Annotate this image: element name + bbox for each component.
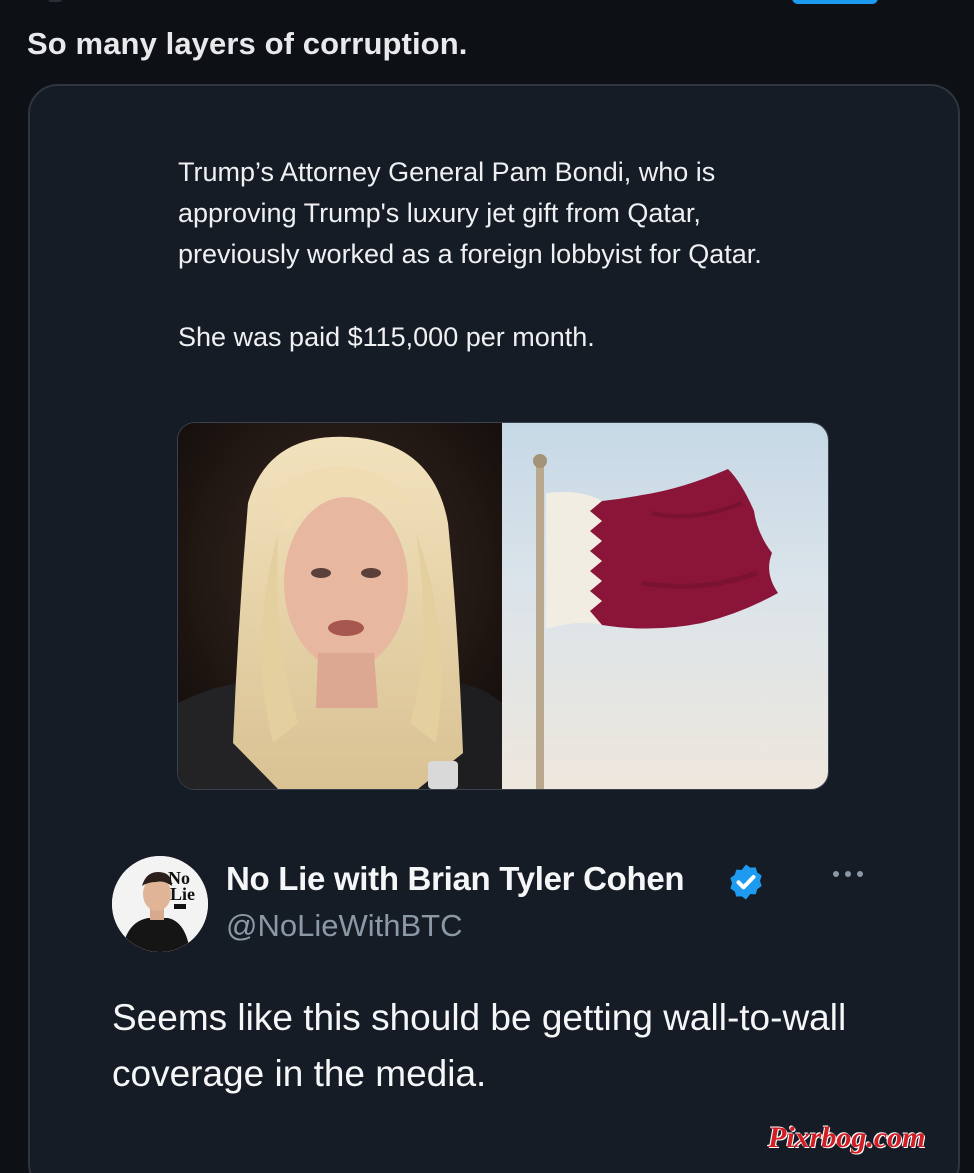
author-handle[interactable]: @NoLieWithBTC <box>226 908 462 944</box>
verified-badge-icon <box>730 864 762 900</box>
quote-text-block: Trump’s Attorney General Pam Bondi, who … <box>178 152 818 358</box>
embedded-post-card[interactable]: Trump’s Attorney General Pam Bondi, who … <box>28 84 960 1173</box>
flag-illustration <box>533 454 778 789</box>
portrait-illustration <box>178 423 502 789</box>
follow-button-partial[interactable] <box>792 0 878 4</box>
quote-paragraph-1: Trump’s Attorney General Pam Bondi, who … <box>178 157 762 269</box>
tweet-screenshot: So many layers of corruption. Trump’s At… <box>0 0 974 1173</box>
top-cut-off-element <box>48 0 62 2</box>
more-options-icon[interactable] <box>828 864 868 884</box>
qatar-flag-photo[interactable] <box>502 423 828 789</box>
inner-post-text: Seems like this should be getting wall-t… <box>112 997 847 1094</box>
portrait-photo[interactable] <box>178 423 502 789</box>
watermark: Pixrbog.com <box>768 1121 926 1154</box>
quote-paragraph-2: She was paid $115,000 per month. <box>178 322 595 352</box>
avatar[interactable]: No Lie <box>112 856 208 952</box>
avatar-image: No Lie <box>112 856 208 952</box>
post-text: So many layers of corruption. <box>27 26 468 61</box>
author-row[interactable]: No Lie No Lie with Brian Tyler Cohen @No… <box>112 856 892 956</box>
author-name[interactable]: No Lie with Brian Tyler Cohen <box>226 860 685 898</box>
avatar-logo-line2: Lie <box>170 884 195 904</box>
media-grid[interactable] <box>177 422 829 790</box>
